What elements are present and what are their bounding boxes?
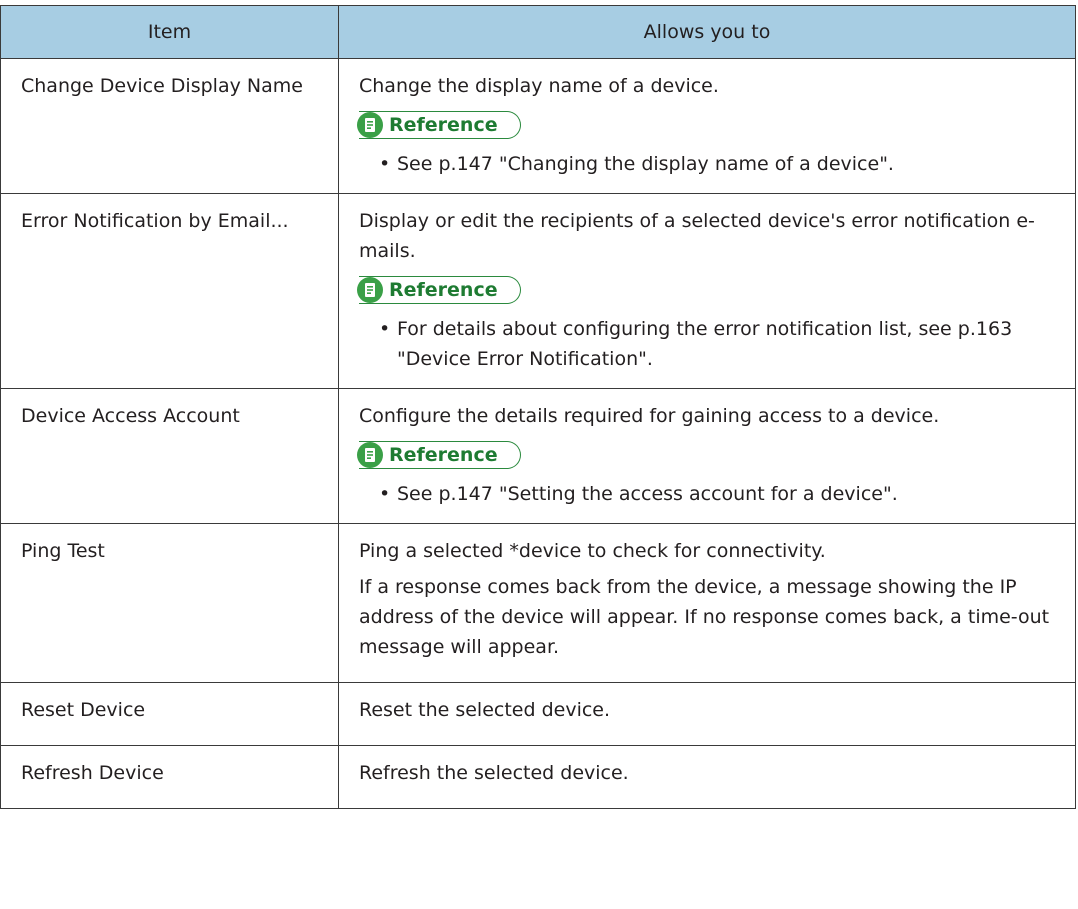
reference-document-icon <box>357 442 383 468</box>
reference-document-icon <box>357 277 383 303</box>
description-cell: Change the display name of a device. Ref… <box>338 58 1076 194</box>
description-text: Refresh the selected device. <box>359 762 629 784</box>
reference-badge: Reference <box>357 111 521 139</box>
description-text: Change the display name of a device. <box>359 75 719 97</box>
reference-link-text[interactable]: See p.147 "Setting the access account fo… <box>379 479 1053 509</box>
description-cell: Refresh the selected device. <box>338 745 1076 809</box>
item-cell: Change Device Display Name <box>0 58 339 194</box>
item-cell: Refresh Device <box>0 745 339 809</box>
description-cell: Configure the details required for gaini… <box>338 388 1076 524</box>
device-menu-table-container: Item Allows you to Change Device Display… <box>0 5 1076 809</box>
item-cell: Error Notification by Email... <box>0 193 339 389</box>
table-header-row: Item Allows you to <box>0 5 1076 59</box>
reference-label: Reference <box>389 279 498 301</box>
reference-badge: Reference <box>357 441 521 469</box>
description-cell: Reset the selected device. <box>338 682 1076 746</box>
table-row: Change Device Display Name Change the di… <box>0 58 1076 194</box>
item-cell: Ping Test <box>0 523 339 683</box>
description-cell: Ping a selected *device to check for con… <box>338 523 1076 683</box>
item-cell: Reset Device <box>0 682 339 746</box>
description-text: Reset the selected device. <box>359 699 611 721</box>
table-row: Ping Test Ping a selected *device to che… <box>0 523 1076 683</box>
reference-label: Reference <box>389 114 498 136</box>
device-menu-table: Item Allows you to Change Device Display… <box>0 5 1076 809</box>
description-text: Configure the details required for gaini… <box>359 405 940 427</box>
reference-list: See p.147 "Setting the access account fo… <box>359 479 1053 509</box>
header-allows-you-to: Allows you to <box>338 5 1076 59</box>
table-row: Device Access Account Configure the deta… <box>0 388 1076 524</box>
reference-list: See p.147 "Changing the display name of … <box>359 149 1053 179</box>
description-cell: Display or edit the recipients of a sele… <box>338 193 1076 389</box>
item-cell: Device Access Account <box>0 388 339 524</box>
description-text: If a response comes back from the device… <box>359 576 1050 658</box>
reference-document-icon <box>357 112 383 138</box>
table-row: Reset Device Reset the selected device. <box>0 682 1076 746</box>
header-item: Item <box>0 5 339 59</box>
table-row: Error Notification by Email... Display o… <box>0 193 1076 389</box>
reference-link-text[interactable]: For details about configuring the error … <box>379 314 1053 374</box>
description-text: Display or edit the recipients of a sele… <box>359 210 1035 262</box>
reference-list: For details about configuring the error … <box>359 314 1053 374</box>
table-row: Refresh Device Refresh the selected devi… <box>0 745 1076 809</box>
reference-badge: Reference <box>357 276 521 304</box>
reference-label: Reference <box>389 444 498 466</box>
description-text: Ping a selected *device to check for con… <box>359 540 826 562</box>
reference-link-text[interactable]: See p.147 "Changing the display name of … <box>379 149 1053 179</box>
